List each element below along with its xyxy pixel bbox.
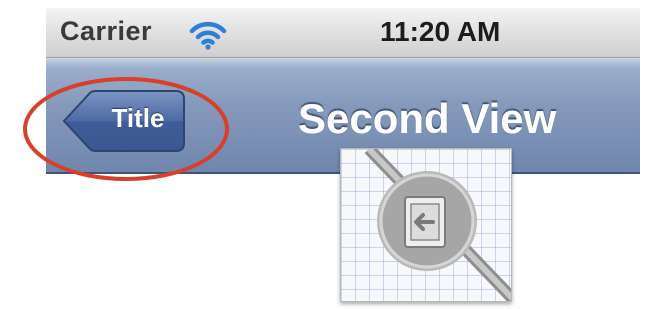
back-button[interactable]: Title [62, 89, 186, 153]
nav-title: Second View [298, 95, 557, 142]
segue-icon [404, 196, 446, 248]
wifi-icon [189, 20, 227, 50]
back-button-label: Title [111, 103, 165, 133]
segue-thumbnail[interactable] [340, 148, 512, 302]
status-bar: Carrier 11:20 AM [46, 8, 640, 58]
carrier-label: Carrier [60, 16, 153, 46]
status-time: 11:20 AM [380, 16, 501, 47]
